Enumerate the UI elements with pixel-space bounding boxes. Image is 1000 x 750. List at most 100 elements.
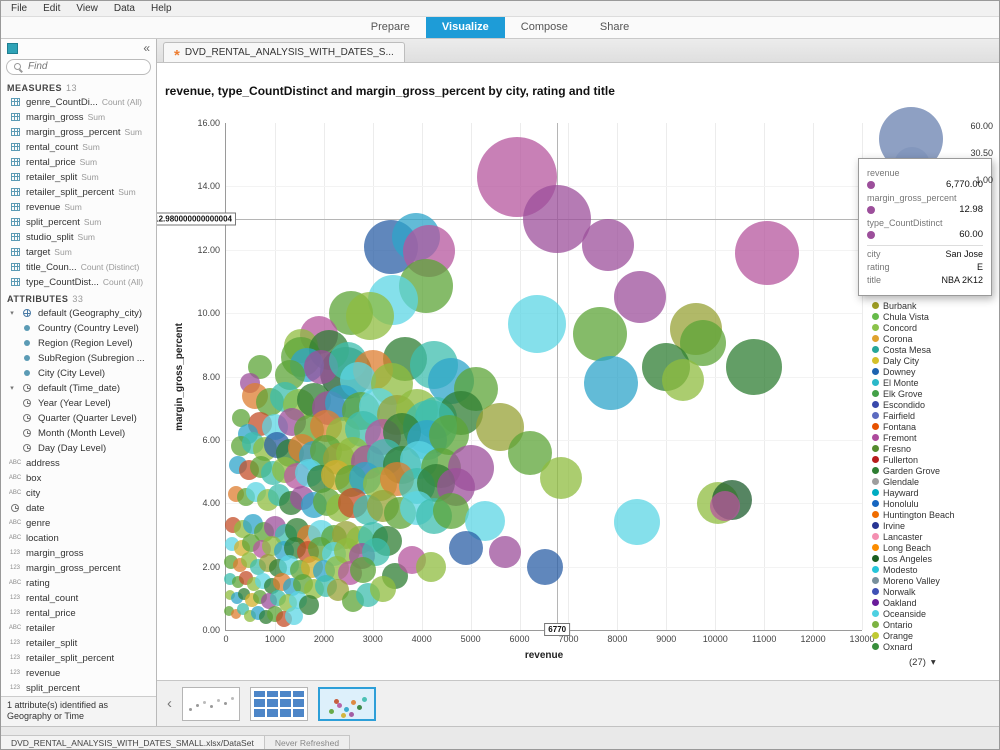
attribute-item[interactable]: Year (Year Level) bbox=[1, 396, 156, 411]
measure-item[interactable]: margin_grossSum bbox=[1, 110, 156, 125]
data-bubble[interactable] bbox=[540, 457, 582, 499]
attribute-item[interactable]: City (City Level) bbox=[1, 366, 156, 381]
attribute-item[interactable]: 123rental_count bbox=[1, 591, 156, 606]
tab-prepare[interactable]: Prepare bbox=[355, 17, 426, 38]
legend-item[interactable]: Fremont bbox=[872, 432, 955, 443]
tab-share[interactable]: Share bbox=[584, 17, 645, 38]
find-box[interactable] bbox=[6, 59, 151, 75]
measure-item[interactable]: title_Coun...Count (Distinct) bbox=[1, 260, 156, 275]
attribute-item[interactable]: Region (Region Level) bbox=[1, 336, 156, 351]
legend-item[interactable]: Modesto bbox=[872, 564, 955, 575]
legend-item[interactable]: Hayward bbox=[872, 487, 955, 498]
data-bubble[interactable] bbox=[735, 221, 799, 285]
menu-edit[interactable]: Edit bbox=[35, 2, 68, 15]
legend-item[interactable]: Chula Vista bbox=[872, 311, 955, 322]
dataset-status-tab[interactable]: DVD_RENTAL_ANALYSIS_WITH_DATES_SMALL.xls… bbox=[1, 735, 265, 749]
data-bubble[interactable] bbox=[523, 185, 591, 253]
data-bubble[interactable] bbox=[582, 219, 634, 271]
data-bubble[interactable] bbox=[662, 359, 704, 401]
menu-view[interactable]: View bbox=[68, 2, 106, 15]
legend-item[interactable]: Escondido bbox=[872, 399, 955, 410]
measure-item[interactable]: targetSum bbox=[1, 245, 156, 260]
attribute-item[interactable]: 123rental_price bbox=[1, 606, 156, 621]
legend-item[interactable]: Ontario bbox=[872, 619, 955, 630]
attribute-item[interactable]: 123margin_gross bbox=[1, 546, 156, 561]
attribute-item[interactable]: Country (Country Level) bbox=[1, 321, 156, 336]
legend-item[interactable]: Irvine bbox=[872, 520, 955, 531]
menu-help[interactable]: Help bbox=[143, 2, 180, 15]
data-bubble[interactable] bbox=[573, 307, 627, 361]
attribute-item[interactable]: ▾default (Time_date) bbox=[1, 381, 156, 396]
visualization-thumbnail-heatmap[interactable] bbox=[250, 687, 308, 721]
data-bubble[interactable] bbox=[584, 356, 638, 410]
measure-item[interactable]: retailer_split_percentSum bbox=[1, 185, 156, 200]
attribute-item[interactable]: Quarter (Quarter Level) bbox=[1, 411, 156, 426]
legend-item[interactable]: Oakland bbox=[872, 597, 955, 608]
legend-item[interactable]: Moreno Valley bbox=[872, 575, 955, 586]
visualization-thumbnail-trend[interactable] bbox=[182, 687, 240, 721]
menu-file[interactable]: File bbox=[3, 2, 35, 15]
data-bubble[interactable] bbox=[527, 549, 563, 585]
gallery-prev-icon[interactable]: ‹ bbox=[167, 695, 172, 712]
legend-item[interactable]: Los Angeles bbox=[872, 553, 955, 564]
legend-item[interactable]: Downey bbox=[872, 366, 955, 377]
legend-item[interactable]: El Monte bbox=[872, 377, 955, 388]
data-bubble[interactable] bbox=[726, 339, 782, 395]
measure-item[interactable]: rental_priceSum bbox=[1, 155, 156, 170]
legend-item[interactable]: Concord bbox=[872, 322, 955, 333]
tree-expand-icon[interactable]: ▾ bbox=[8, 384, 16, 392]
data-bubble[interactable] bbox=[449, 531, 483, 565]
data-bubble[interactable] bbox=[508, 295, 566, 353]
legend-item[interactable]: Oxnard bbox=[872, 641, 955, 652]
attribute-item[interactable]: 123retailer_split_percent bbox=[1, 651, 156, 666]
attributes-section-header[interactable]: ATTRIBUTES33 bbox=[1, 290, 156, 306]
attribute-item[interactable]: ABCrating bbox=[1, 576, 156, 591]
find-input[interactable] bbox=[26, 60, 143, 73]
attribute-item[interactable]: Month (Month Level) bbox=[1, 426, 156, 441]
measure-item[interactable]: genre_CountDi...Count (All) bbox=[1, 95, 156, 110]
attribute-item[interactable]: 123split_percent bbox=[1, 681, 156, 696]
attribute-item[interactable]: date bbox=[1, 501, 156, 516]
legend-item[interactable]: Norwalk bbox=[872, 586, 955, 597]
data-bubble[interactable] bbox=[346, 292, 394, 340]
legend-item[interactable]: Fontana bbox=[872, 421, 955, 432]
data-bubble[interactable] bbox=[433, 493, 469, 529]
legend-item[interactable]: Lancaster bbox=[872, 531, 955, 542]
visualization-thumbnail-scatter[interactable] bbox=[318, 687, 376, 721]
legend-more-button[interactable]: (27) ▾ bbox=[909, 657, 936, 668]
data-bubble[interactable] bbox=[370, 576, 396, 602]
data-bubble[interactable] bbox=[614, 271, 666, 323]
legend-item[interactable]: Fresno bbox=[872, 443, 955, 454]
collapse-panel-icon[interactable]: « bbox=[143, 42, 150, 54]
measures-section-header[interactable]: MEASURES13 bbox=[1, 79, 156, 95]
attribute-item[interactable]: ABCaddress bbox=[1, 456, 156, 471]
legend-item[interactable]: Daly City bbox=[872, 355, 955, 366]
legend-item[interactable]: Long Beach bbox=[872, 542, 955, 553]
legend-item[interactable]: Elk Grove bbox=[872, 388, 955, 399]
attribute-item[interactable]: 123revenue bbox=[1, 666, 156, 681]
attribute-item[interactable]: ABCbox bbox=[1, 471, 156, 486]
legend-item[interactable]: Orange bbox=[872, 630, 955, 641]
measure-item[interactable]: studio_splitSum bbox=[1, 230, 156, 245]
attribute-item[interactable]: 123margin_gross_percent bbox=[1, 561, 156, 576]
attribute-item[interactable]: ABCgenre bbox=[1, 516, 156, 531]
data-bubble[interactable] bbox=[416, 552, 446, 582]
legend-item[interactable]: Costa Mesa bbox=[872, 344, 955, 355]
attribute-item[interactable]: ▾default (Geography_city) bbox=[1, 306, 156, 321]
attribute-item[interactable]: ABClocation bbox=[1, 531, 156, 546]
legend-item[interactable]: Glendale bbox=[872, 476, 955, 487]
tree-expand-icon[interactable]: ▾ bbox=[8, 309, 16, 317]
data-bubble[interactable] bbox=[285, 607, 303, 625]
legend-item[interactable]: Corona bbox=[872, 333, 955, 344]
menu-data[interactable]: Data bbox=[106, 2, 143, 15]
legend-item[interactable]: Burbank bbox=[872, 300, 955, 311]
tab-compose[interactable]: Compose bbox=[505, 17, 584, 38]
measure-item[interactable]: split_percentSum bbox=[1, 215, 156, 230]
data-bubble[interactable] bbox=[489, 536, 521, 568]
plot-area[interactable]: margin_gross_percent revenue 01000200030… bbox=[225, 123, 862, 631]
tab-visualize[interactable]: Visualize bbox=[426, 17, 505, 38]
legend-item[interactable]: Fullerton bbox=[872, 454, 955, 465]
legend-item[interactable]: Garden Grove bbox=[872, 465, 955, 476]
measure-item[interactable]: margin_gross_percentSum bbox=[1, 125, 156, 140]
legend-item[interactable]: Oceanside bbox=[872, 608, 955, 619]
